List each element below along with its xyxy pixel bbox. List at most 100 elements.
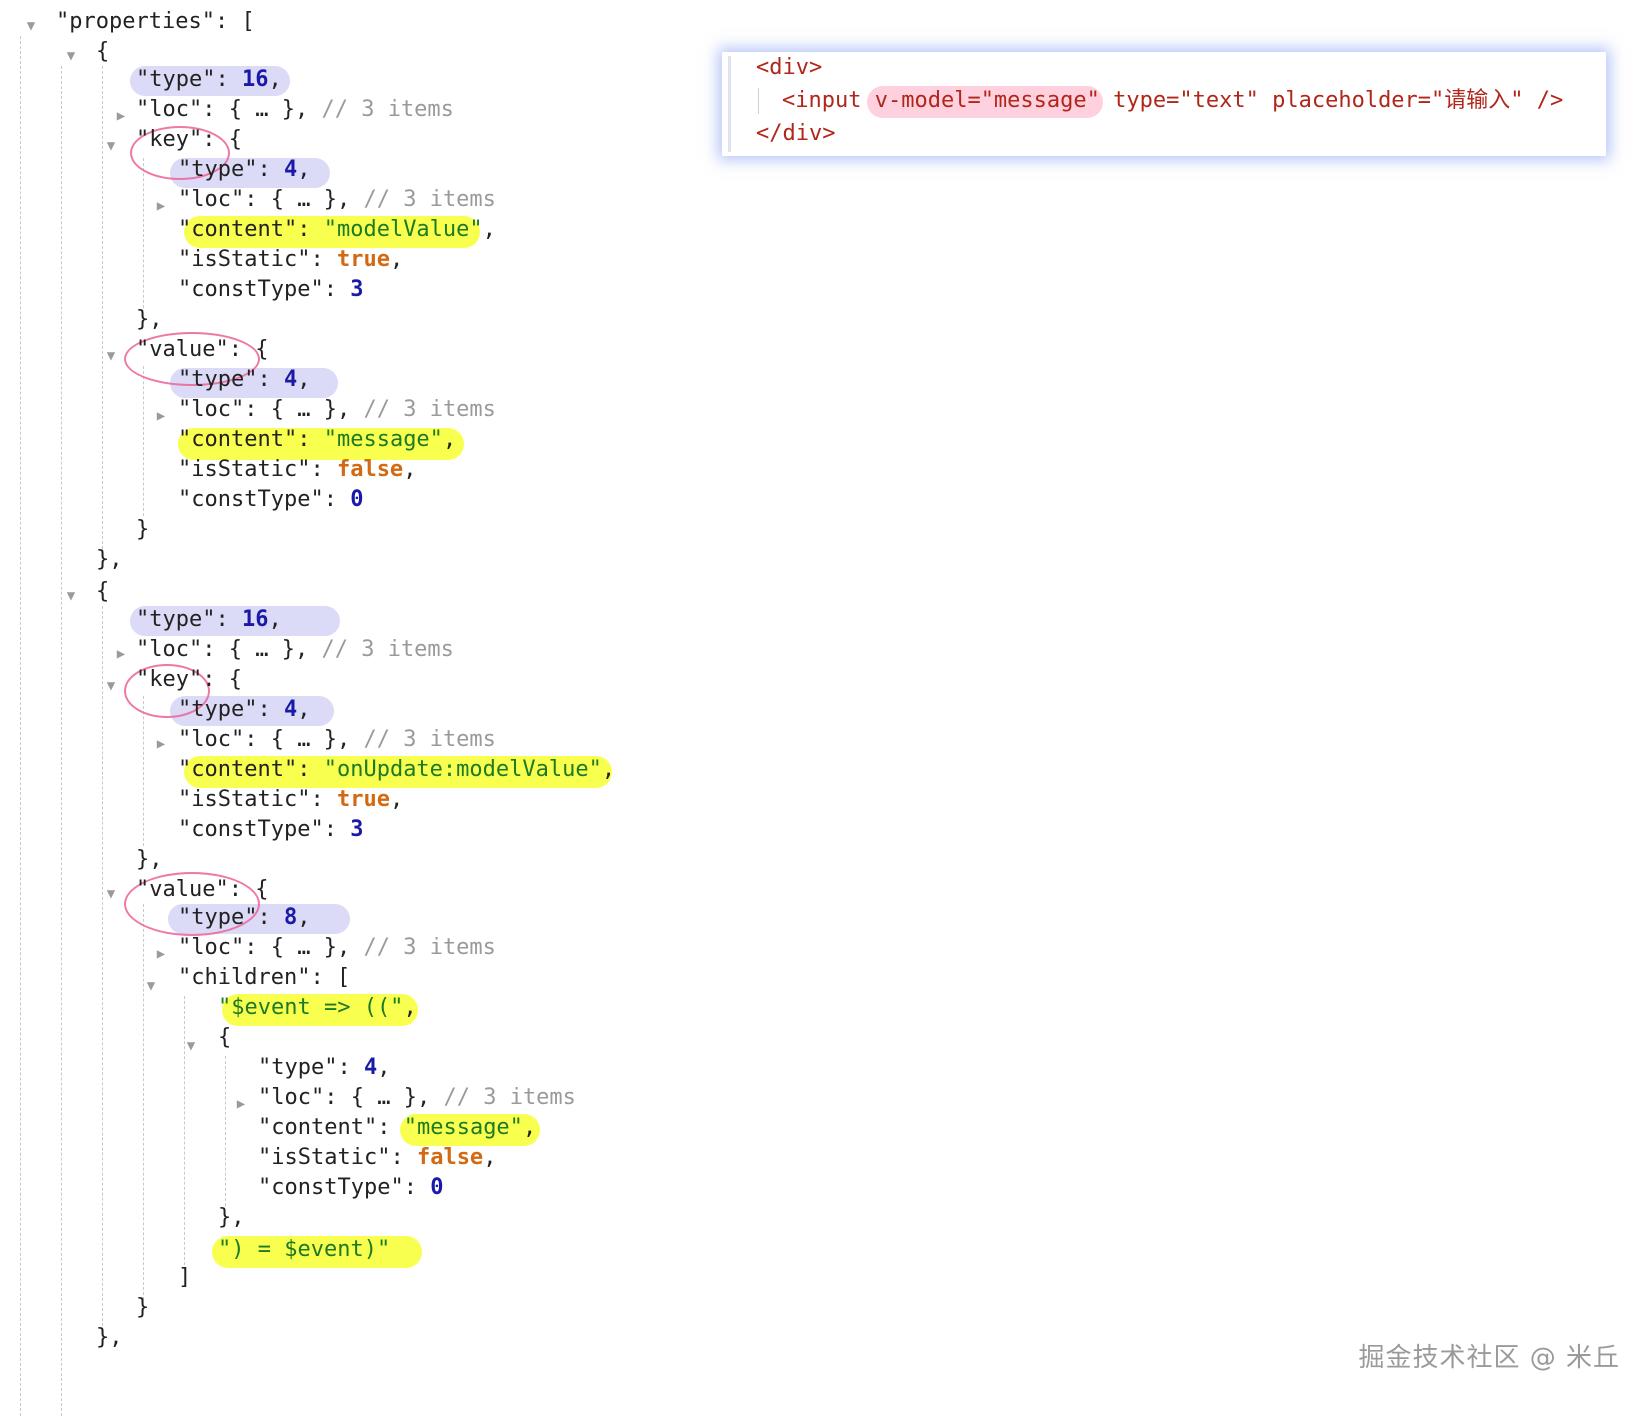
expand-triangle-icon[interactable]: ▶: [152, 938, 170, 970]
indent-guide: [225, 1056, 226, 1206]
expand-triangle-icon[interactable]: ▶: [152, 728, 170, 760]
json-key: "key": [136, 667, 203, 692]
json-number: 0: [430, 1175, 444, 1200]
json-key: "children": [178, 965, 311, 990]
json-line: }: [136, 517, 150, 542]
json-key: "isStatic": [178, 457, 311, 482]
collapse-triangle-icon[interactable]: ▼: [102, 340, 120, 372]
json-line: "value": {: [136, 337, 269, 362]
json-line: "type": 16,: [136, 67, 282, 92]
json-line: "content": "onUpdate:modelValue",: [178, 757, 616, 782]
json-key: "isStatic": [178, 787, 311, 812]
json-line: },: [136, 307, 163, 332]
collapse-triangle-icon[interactable]: ▼: [102, 130, 120, 162]
json-key: "type": [136, 67, 216, 92]
json-string: "modelValue": [323, 217, 483, 242]
collapse-triangle-icon[interactable]: ▼: [182, 1030, 200, 1062]
collapsed-object[interactable]: { … }: [229, 637, 295, 662]
json-string: ") = $event)": [218, 1237, 391, 1262]
collapse-triangle-icon[interactable]: ▼: [62, 40, 80, 72]
json-line: "key": {: [136, 667, 242, 692]
json-key: "isStatic": [258, 1145, 391, 1170]
indent-guide: [143, 366, 144, 516]
json-line: }: [136, 1295, 150, 1320]
collapsed-object[interactable]: { … }: [271, 935, 337, 960]
expand-triangle-icon[interactable]: ▶: [112, 100, 130, 132]
json-line: "constType": 3: [178, 277, 364, 302]
json-line: "loc": { … }, // 3 items: [178, 187, 496, 212]
json-line: "loc": { … }, // 3 items: [136, 637, 454, 662]
expand-triangle-icon[interactable]: ▶: [152, 190, 170, 222]
json-key: "constType": [258, 1175, 404, 1200]
json-line: "constType": 0: [178, 487, 364, 512]
json-boolean: true: [336, 787, 390, 812]
collapse-triangle-icon[interactable]: ▼: [22, 10, 40, 42]
json-line: "isStatic": true,: [178, 247, 404, 272]
json-line: "isStatic": false,: [258, 1145, 497, 1170]
json-line: "loc": { … }, // 3 items: [178, 397, 496, 422]
json-key: "type": [136, 607, 216, 632]
json-key: "type": [258, 1055, 338, 1080]
json-number: 4: [283, 367, 298, 392]
json-line: },: [218, 1205, 245, 1230]
json-line: "isStatic": true,: [178, 787, 404, 812]
json-boolean: false: [336, 457, 404, 482]
json-line: "key": {: [136, 127, 242, 152]
collapse-triangle-icon[interactable]: ▼: [62, 580, 80, 612]
collapse-triangle-icon[interactable]: ▼: [102, 670, 120, 702]
indent-guide: [102, 606, 103, 1326]
json-key: "type": [178, 905, 258, 930]
json-string: "$event => ((": [218, 995, 404, 1020]
expand-triangle-icon[interactable]: ▶: [112, 638, 130, 670]
json-key: "type": [178, 367, 258, 392]
items-comment: // 3 items: [321, 637, 454, 662]
json-line: "type": 4,: [178, 697, 311, 722]
code-line: <input v-model="message" type="text" pla…: [782, 85, 1563, 117]
collapsed-object[interactable]: { … }: [271, 727, 337, 752]
items-comment: // 3 items: [363, 727, 496, 752]
indent-guide: [61, 66, 62, 1416]
json-viewer: ▼ ▼ ▶ ▼ ▶ ▼ ▶ ▼ ▶ ▼ ▶ ▼ ▶ ▼ ▼ ▶ "propert…: [0, 0, 1648, 1416]
json-line: {: [218, 1025, 232, 1050]
json-string: "message": [403, 1115, 523, 1140]
card-left-border: [728, 56, 731, 152]
json-line: },: [96, 1325, 123, 1350]
watermark: 掘金技术社区 @ 米丘: [1358, 1343, 1620, 1373]
json-key: "loc": [258, 1085, 325, 1110]
json-key: "constType": [178, 817, 324, 842]
json-string: "onUpdate:modelValue": [323, 757, 602, 782]
json-number: 16: [241, 607, 269, 632]
indent-guide: [143, 158, 144, 308]
indent-guide: [20, 36, 21, 1416]
json-number: 4: [283, 697, 298, 722]
json-line: "type": 4,: [178, 367, 311, 392]
indent-guide: [758, 88, 759, 114]
collapsed-object[interactable]: { … }: [271, 397, 337, 422]
items-comment: // 3 items: [443, 1085, 576, 1110]
expand-triangle-icon[interactable]: ▶: [232, 1088, 250, 1120]
code-attr: placeholder="请输入": [1258, 88, 1524, 113]
json-key: "value": [136, 877, 229, 902]
json-key: "loc": [136, 637, 203, 662]
collapsed-object[interactable]: { … }: [271, 187, 337, 212]
json-line: "loc": { … }, // 3 items: [136, 97, 454, 122]
items-comment: // 3 items: [363, 187, 496, 212]
json-key: "constType": [178, 277, 324, 302]
json-line: },: [96, 547, 123, 572]
json-line: "type": 4,: [258, 1055, 391, 1080]
json-key: "type": [178, 697, 258, 722]
json-key: "constType": [178, 487, 324, 512]
json-line: "content": "message",: [178, 427, 457, 452]
json-number: 4: [363, 1055, 378, 1080]
collapse-triangle-icon[interactable]: ▼: [102, 878, 120, 910]
json-line: "type": 16,: [136, 607, 282, 632]
json-key: "value": [136, 337, 229, 362]
collapsed-object[interactable]: { … }: [351, 1085, 417, 1110]
expand-triangle-icon[interactable]: ▶: [152, 400, 170, 432]
collapsed-object[interactable]: { … }: [229, 97, 295, 122]
json-line: "properties": [: [56, 9, 255, 34]
json-boolean: false: [416, 1145, 484, 1170]
json-key: "content": [258, 1115, 378, 1140]
indent-guide: [143, 696, 144, 846]
collapse-triangle-icon[interactable]: ▼: [142, 970, 160, 1002]
